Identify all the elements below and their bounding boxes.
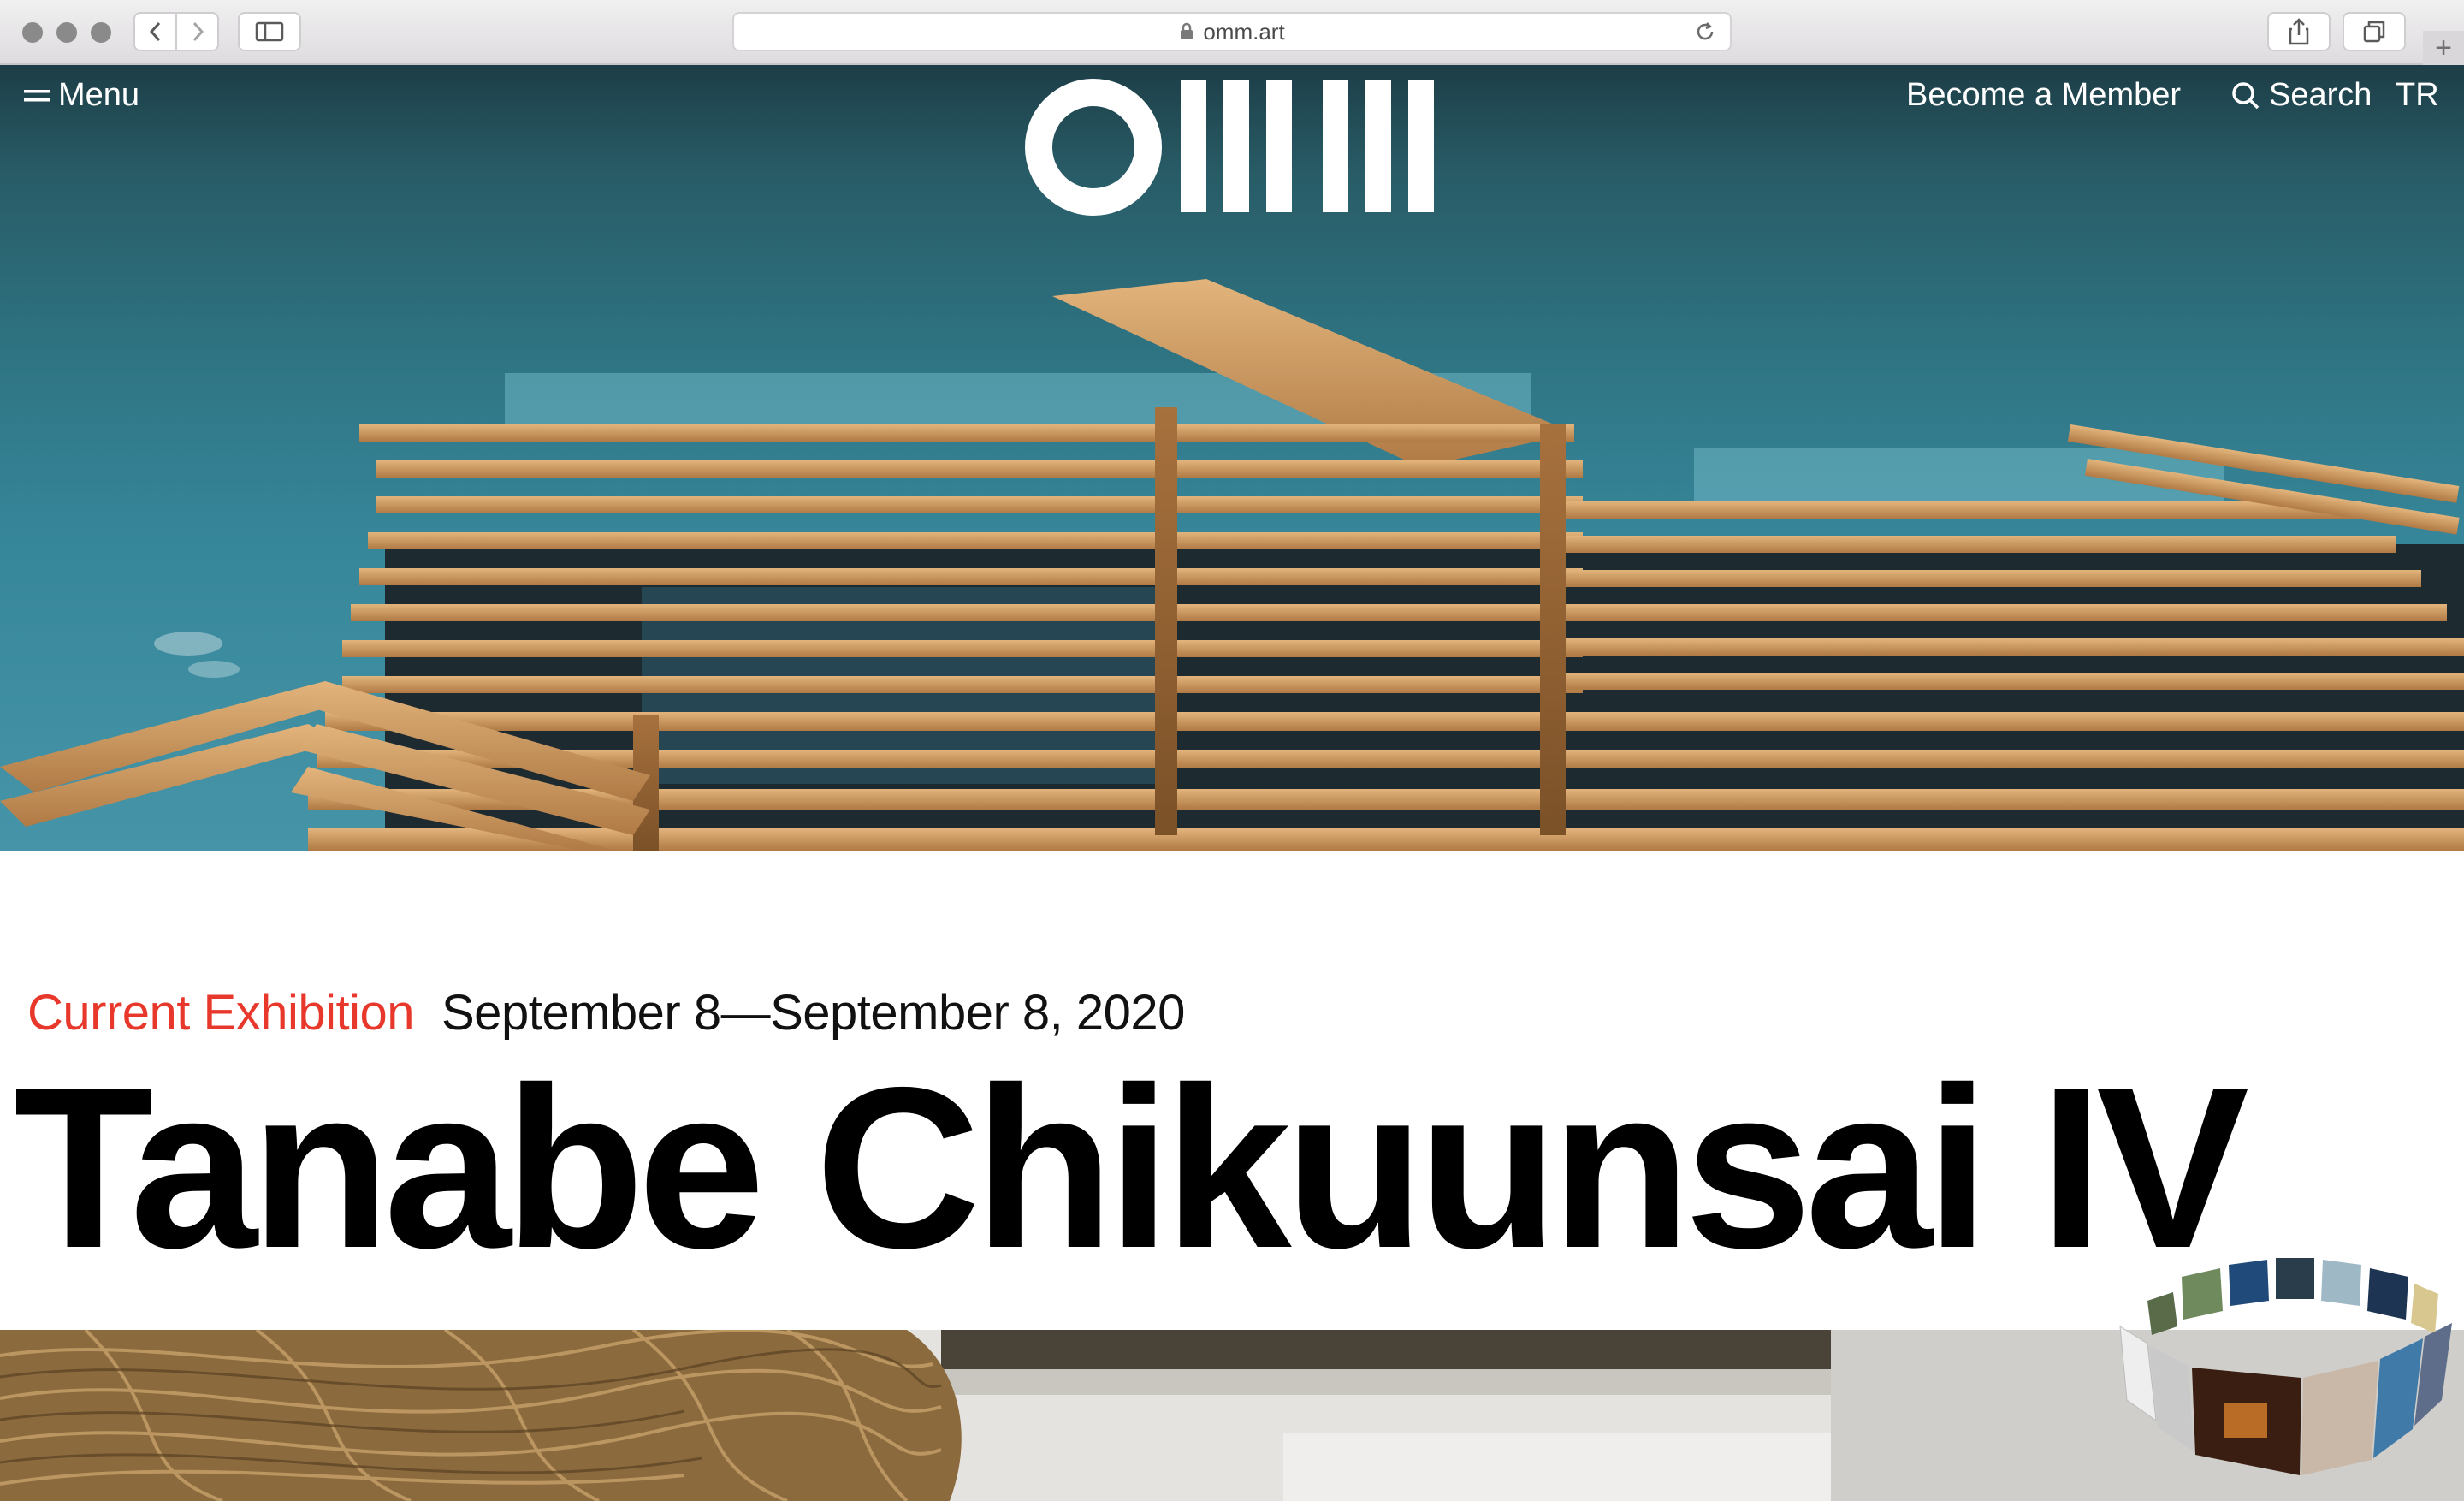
new-tab-button[interactable]: + xyxy=(2423,31,2464,65)
close-window-button[interactable] xyxy=(22,22,43,43)
zoom-window-button[interactable] xyxy=(91,22,111,43)
history-navigation xyxy=(133,12,219,51)
menu-button[interactable]: Menu xyxy=(24,77,139,114)
carousel-thumb[interactable] xyxy=(2149,1345,2194,1451)
carousel-thumb[interactable] xyxy=(2182,1268,2223,1320)
menu-label: Menu xyxy=(58,77,140,113)
address-url: omm.art xyxy=(1203,18,1285,44)
exhibition-title[interactable]: Tanabe Chikuunsai IV xyxy=(14,1053,2249,1282)
show-tabs-button[interactable] xyxy=(2343,12,2406,51)
search-icon xyxy=(2231,81,2260,110)
browser-toolbar: omm.art + xyxy=(0,0,2464,65)
exhibition-dates: September 8—September 8, 2020 xyxy=(441,985,1185,1041)
share-button[interactable] xyxy=(2267,12,2331,51)
carousel-thumb[interactable] xyxy=(2276,1258,2314,1299)
language-switch[interactable]: TR xyxy=(2396,77,2439,114)
become-member-link[interactable]: Become a Member xyxy=(1906,77,2181,114)
sidebar-toggle-button[interactable] xyxy=(238,12,301,51)
carousel-thumb[interactable] xyxy=(2301,1361,2378,1475)
search-label: Search xyxy=(2269,77,2372,113)
hamburger-icon xyxy=(24,86,50,105)
exhibition-installation-image xyxy=(0,1330,2464,1501)
chevron-right-icon xyxy=(192,21,204,42)
carousel-thumb[interactable] xyxy=(2367,1268,2408,1320)
bamboo-sculpture-photo xyxy=(0,1330,2464,1501)
carousel-thumb[interactable] xyxy=(2119,1326,2157,1422)
share-icon xyxy=(2289,18,2309,45)
current-exhibition-label[interactable]: Current Exhibition xyxy=(27,984,415,1041)
minimize-window-button[interactable] xyxy=(56,22,77,43)
tabs-icon xyxy=(2363,21,2385,43)
sidebar-icon xyxy=(255,21,284,42)
reload-icon[interactable] xyxy=(1694,21,1716,43)
chevron-left-icon xyxy=(149,21,160,42)
gallery-ring-carousel[interactable] xyxy=(2113,1249,2464,1501)
carousel-thumb[interactable] xyxy=(2321,1260,2361,1306)
carousel-thumb[interactable] xyxy=(2414,1323,2452,1426)
forward-button[interactable] xyxy=(176,12,219,51)
window-controls xyxy=(22,22,111,43)
carousel-thumb[interactable] xyxy=(2229,1260,2269,1306)
carousel-thumb[interactable] xyxy=(2147,1292,2177,1335)
lock-icon xyxy=(1179,22,1194,41)
address-bar[interactable]: omm.art xyxy=(732,12,1732,51)
search-button[interactable]: Search xyxy=(2231,77,2372,114)
exhibition-meta: Current Exhibition September 8—September… xyxy=(27,984,1185,1041)
omm-logo[interactable] xyxy=(1025,79,1437,220)
carousel-thumb[interactable] xyxy=(2373,1338,2423,1458)
back-button[interactable] xyxy=(133,12,176,51)
carousel-thumb[interactable] xyxy=(2411,1284,2438,1333)
